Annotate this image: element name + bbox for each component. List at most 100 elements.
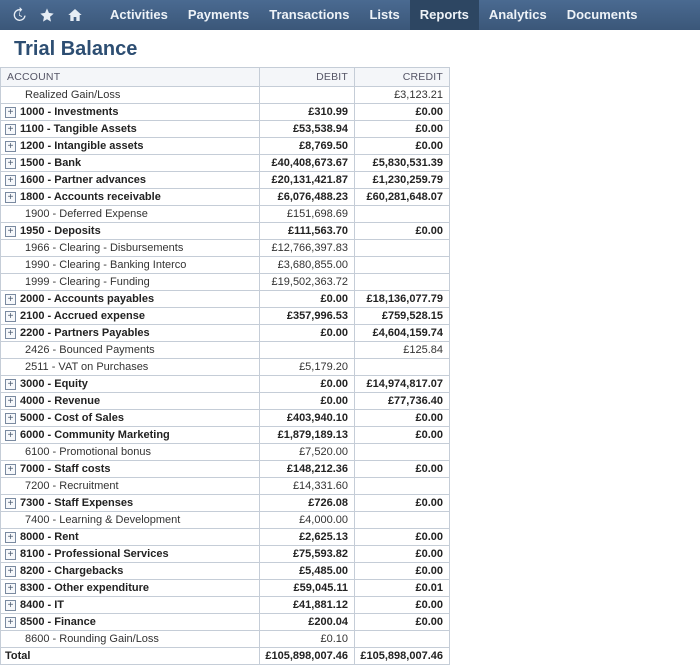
- table-row[interactable]: Realized Gain/Loss£3,123.21: [1, 87, 450, 104]
- account-cell: 1999 - Clearing - Funding: [1, 274, 260, 291]
- credit-cell: £0.00: [355, 223, 450, 240]
- nav-tab-analytics[interactable]: Analytics: [479, 0, 557, 30]
- credit-cell: £0.00: [355, 495, 450, 512]
- expand-icon[interactable]: +: [5, 192, 16, 203]
- col-account[interactable]: ACCOUNT: [1, 68, 260, 87]
- expand-icon[interactable]: +: [5, 583, 16, 594]
- total-credit: £105,898,007.46: [355, 648, 450, 665]
- credit-cell: £0.01: [355, 580, 450, 597]
- table-row[interactable]: +1800 - Accounts receivable£6,076,488.23…: [1, 189, 450, 206]
- debit-cell: £111,563.70: [260, 223, 355, 240]
- account-cell: +8400 - IT: [1, 597, 260, 614]
- table-row[interactable]: +8500 - Finance£200.04£0.00: [1, 614, 450, 631]
- account-cell: +1950 - Deposits: [1, 223, 260, 240]
- table-row[interactable]: 2511 - VAT on Purchases£5,179.20: [1, 359, 450, 376]
- star-icon[interactable]: [36, 4, 58, 26]
- col-credit[interactable]: CREDIT: [355, 68, 450, 87]
- account-label: 7400 - Learning & Development: [5, 514, 180, 526]
- nav-tab-reports[interactable]: Reports: [410, 0, 479, 30]
- nav-tabs: ActivitiesPaymentsTransactionsListsRepor…: [100, 0, 648, 30]
- table-row[interactable]: +7000 - Staff costs£148,212.36£0.00: [1, 461, 450, 478]
- account-label: 1500 - Bank: [20, 157, 81, 169]
- table-row[interactable]: +1600 - Partner advances£20,131,421.87£1…: [1, 172, 450, 189]
- table-row[interactable]: +5000 - Cost of Sales£403,940.10£0.00: [1, 410, 450, 427]
- account-cell: +6000 - Community Marketing: [1, 427, 260, 444]
- col-debit[interactable]: DEBIT: [260, 68, 355, 87]
- expand-icon[interactable]: +: [5, 124, 16, 135]
- table-row[interactable]: 1900 - Deferred Expense£151,698.69: [1, 206, 450, 223]
- table-row[interactable]: +8400 - IT£41,881.12£0.00: [1, 597, 450, 614]
- table-row[interactable]: 8600 - Rounding Gain/Loss£0.10: [1, 631, 450, 648]
- table-row[interactable]: +2200 - Partners Payables£0.00£4,604,159…: [1, 325, 450, 342]
- expand-icon[interactable]: +: [5, 600, 16, 611]
- expand-icon[interactable]: +: [5, 498, 16, 509]
- table-row[interactable]: 6100 - Promotional bonus£7,520.00: [1, 444, 450, 461]
- account-label: 8500 - Finance: [20, 616, 96, 628]
- table-row[interactable]: +1000 - Investments£310.99£0.00: [1, 104, 450, 121]
- nav-tab-lists[interactable]: Lists: [359, 0, 409, 30]
- expand-icon[interactable]: +: [5, 413, 16, 424]
- expand-icon[interactable]: +: [5, 430, 16, 441]
- expand-icon[interactable]: +: [5, 294, 16, 305]
- account-label: 2000 - Accounts payables: [20, 293, 154, 305]
- table-row[interactable]: +8300 - Other expenditure£59,045.11£0.01: [1, 580, 450, 597]
- debit-cell: £726.08: [260, 495, 355, 512]
- table-row[interactable]: +2100 - Accrued expense£357,996.53£759,5…: [1, 308, 450, 325]
- account-label: 1999 - Clearing - Funding: [5, 276, 150, 288]
- expand-icon[interactable]: +: [5, 328, 16, 339]
- expand-icon[interactable]: +: [5, 226, 16, 237]
- account-label: 1900 - Deferred Expense: [5, 208, 148, 220]
- table-row[interactable]: +3000 - Equity£0.00£14,974,817.07: [1, 376, 450, 393]
- credit-cell: [355, 478, 450, 495]
- debit-cell: £59,045.11: [260, 580, 355, 597]
- credit-cell: [355, 206, 450, 223]
- expand-icon[interactable]: +: [5, 107, 16, 118]
- expand-icon[interactable]: +: [5, 311, 16, 322]
- expand-icon[interactable]: +: [5, 396, 16, 407]
- nav-tab-documents[interactable]: Documents: [557, 0, 648, 30]
- expand-icon[interactable]: +: [5, 175, 16, 186]
- account-cell: +7000 - Staff costs: [1, 461, 260, 478]
- credit-cell: £0.00: [355, 529, 450, 546]
- credit-cell: [355, 444, 450, 461]
- table-row[interactable]: 1999 - Clearing - Funding£19,502,363.72: [1, 274, 450, 291]
- account-cell: +7300 - Staff Expenses: [1, 495, 260, 512]
- table-row[interactable]: +1100 - Tangible Assets£53,538.94£0.00: [1, 121, 450, 138]
- nav-tab-activities[interactable]: Activities: [100, 0, 178, 30]
- table-row[interactable]: +1200 - Intangible assets£8,769.50£0.00: [1, 138, 450, 155]
- table-row[interactable]: +6000 - Community Marketing£1,879,189.13…: [1, 427, 450, 444]
- table-row[interactable]: 7400 - Learning & Development£4,000.00: [1, 512, 450, 529]
- nav-tab-transactions[interactable]: Transactions: [259, 0, 359, 30]
- table-row[interactable]: +1950 - Deposits£111,563.70£0.00: [1, 223, 450, 240]
- expand-icon[interactable]: +: [5, 532, 16, 543]
- expand-icon[interactable]: +: [5, 549, 16, 560]
- expand-icon[interactable]: +: [5, 158, 16, 169]
- table-row[interactable]: +2000 - Accounts payables£0.00£18,136,07…: [1, 291, 450, 308]
- table-row[interactable]: +8000 - Rent£2,625.13£0.00: [1, 529, 450, 546]
- table-row[interactable]: +4000 - Revenue£0.00£77,736.40: [1, 393, 450, 410]
- table-row[interactable]: +7300 - Staff Expenses£726.08£0.00: [1, 495, 450, 512]
- home-icon[interactable]: [64, 4, 86, 26]
- expand-icon[interactable]: +: [5, 566, 16, 577]
- table-row[interactable]: 1990 - Clearing - Banking Interco£3,680,…: [1, 257, 450, 274]
- credit-cell: [355, 240, 450, 257]
- credit-cell: £0.00: [355, 461, 450, 478]
- table-row[interactable]: 1966 - Clearing - Disbursements£12,766,3…: [1, 240, 450, 257]
- debit-cell: £1,879,189.13: [260, 427, 355, 444]
- account-label: 2100 - Accrued expense: [20, 310, 145, 322]
- table-row[interactable]: +8200 - Chargebacks£5,485.00£0.00: [1, 563, 450, 580]
- expand-icon[interactable]: +: [5, 141, 16, 152]
- expand-icon[interactable]: +: [5, 379, 16, 390]
- expand-icon[interactable]: +: [5, 617, 16, 628]
- table-row[interactable]: +8100 - Professional Services£75,593.82£…: [1, 546, 450, 563]
- table-row[interactable]: +1500 - Bank£40,408,673.67£5,830,531.39: [1, 155, 450, 172]
- history-icon[interactable]: [8, 4, 30, 26]
- account-label: 7300 - Staff Expenses: [20, 497, 133, 509]
- table-row[interactable]: 7200 - Recruitment£14,331.60: [1, 478, 450, 495]
- account-cell: +1000 - Investments: [1, 104, 260, 121]
- credit-cell: [355, 631, 450, 648]
- nav-tab-payments[interactable]: Payments: [178, 0, 259, 30]
- account-cell: +2000 - Accounts payables: [1, 291, 260, 308]
- table-row[interactable]: 2426 - Bounced Payments£125.84: [1, 342, 450, 359]
- expand-icon[interactable]: +: [5, 464, 16, 475]
